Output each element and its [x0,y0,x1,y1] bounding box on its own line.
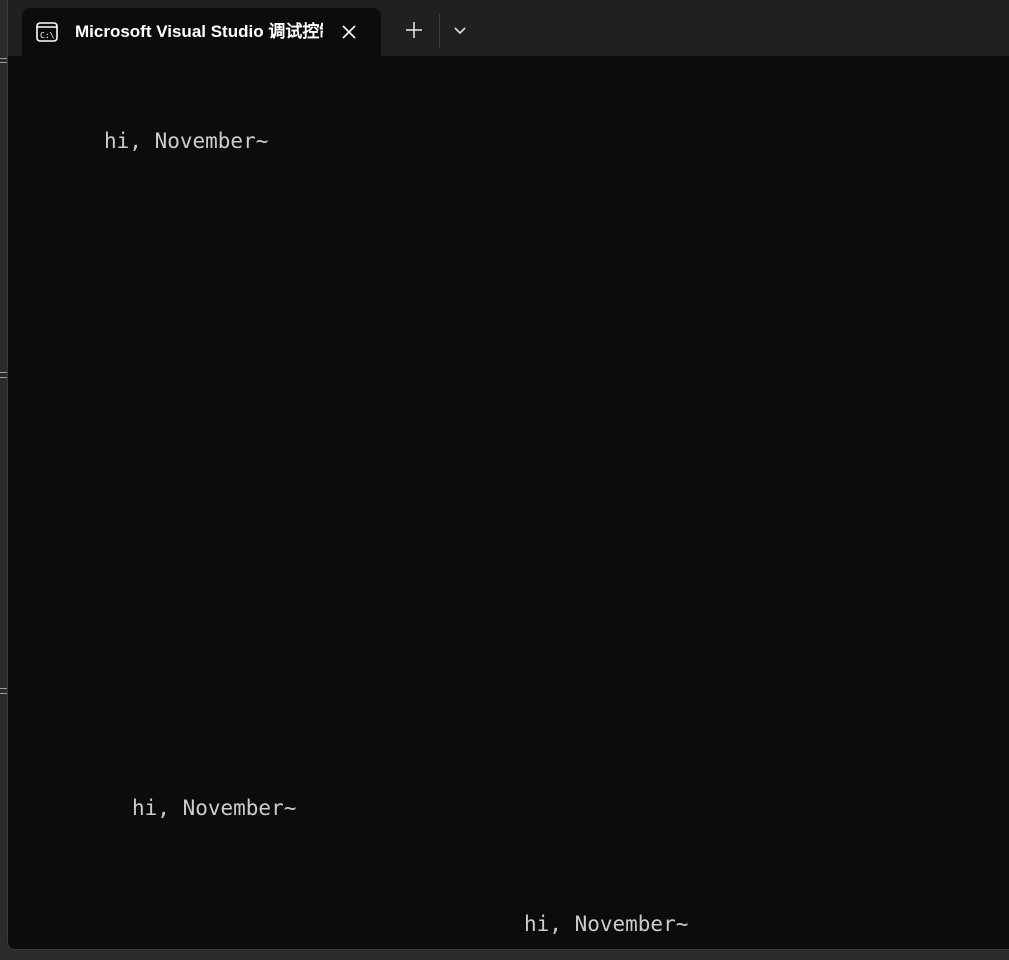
console-line: hi, November~ [104,129,269,153]
tab-debug-console[interactable]: C:\ Microsoft Visual Studio 调试控制台 [22,8,381,56]
terminal-window: C:\ Microsoft Visual Studio 调试控制台 [7,0,1009,950]
edge-tick [0,58,7,59]
edge-tick [0,688,7,689]
new-tab-button[interactable] [399,14,429,44]
edge-tick [0,372,7,373]
tab-divider [439,14,440,48]
edge-tick [0,62,7,63]
background-window-edge [0,0,7,960]
edge-tick [0,377,7,378]
edge-tick [0,693,7,694]
close-icon[interactable] [337,20,361,44]
console-output[interactable]: hi, November~ hi, November~ hi, November… [8,56,1009,949]
console-line: hi, November~ [132,796,297,820]
chevron-down-icon [454,27,466,35]
console-line: hi, November~ [524,912,689,936]
svg-text:C:\: C:\ [40,31,55,40]
console-icon: C:\ [36,22,58,42]
tab-dropdown-button[interactable] [445,14,475,44]
tab-bar: C:\ Microsoft Visual Studio 调试控制台 [8,0,1009,56]
plus-icon [406,22,422,38]
tab-title: Microsoft Visual Studio 调试控制台 [75,22,323,41]
